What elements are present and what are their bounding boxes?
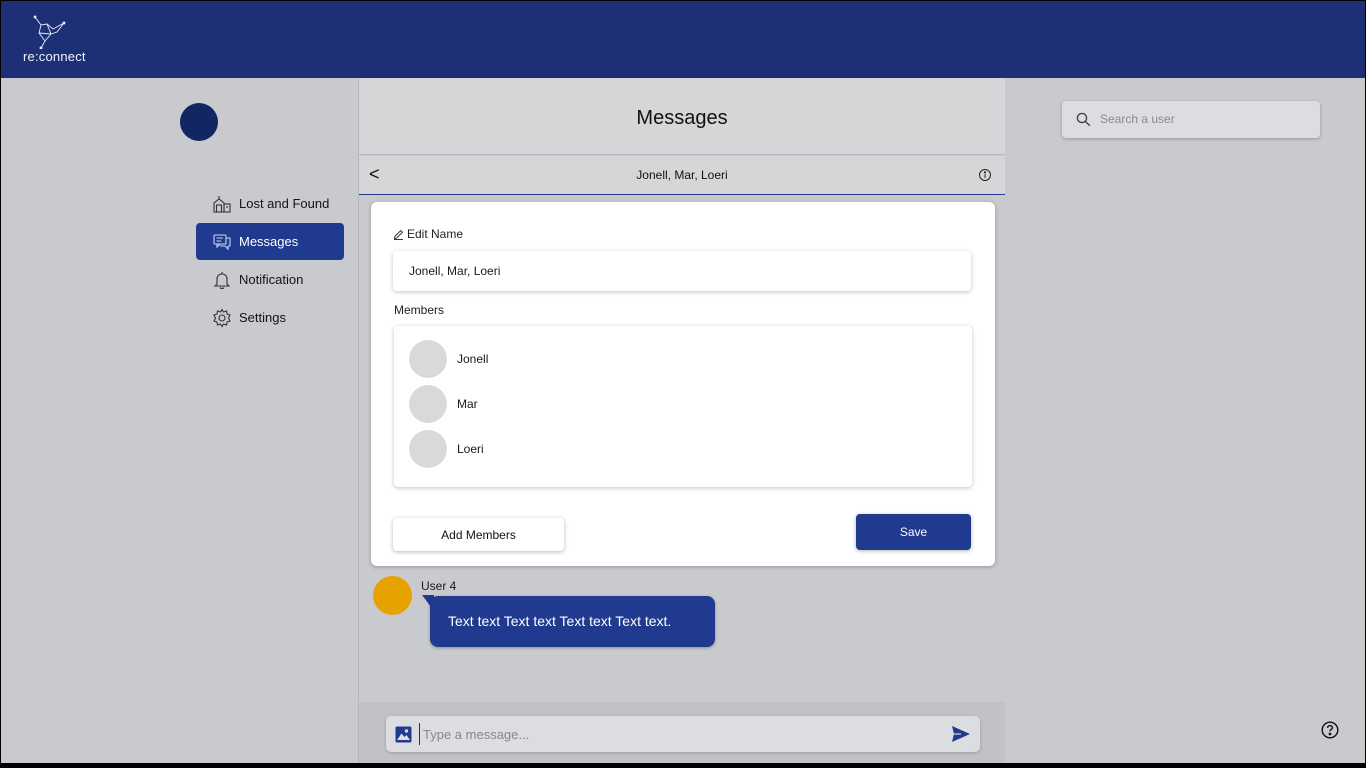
bell-icon (211, 269, 233, 291)
pencil-icon (393, 229, 404, 240)
messages-icon (211, 231, 233, 253)
chat-name: Jonell, Mar, Loeri (636, 168, 728, 182)
avatar (409, 385, 447, 423)
member-name: Jonell (457, 352, 489, 366)
logo[interactable]: re:connect (23, 15, 93, 65)
members-label: Members (394, 303, 445, 317)
gear-icon (211, 307, 233, 329)
image-icon[interactable] (395, 726, 412, 743)
chat-header-bar: < Jonell, Mar, Loeri (359, 156, 1005, 195)
info-icon[interactable] (978, 168, 992, 182)
message-sender: User 4 (421, 579, 457, 593)
list-item[interactable]: Mar (409, 385, 478, 423)
message-composer (386, 716, 980, 752)
chat-name-input[interactable] (393, 251, 971, 291)
messages-header: Messages (359, 78, 1005, 155)
lost-and-found-icon (211, 193, 233, 215)
search-input[interactable] (1100, 109, 1310, 129)
sidebar-item-label: Settings (239, 310, 286, 325)
top-bar: re:connect (1, 1, 1365, 78)
search-icon (1076, 112, 1091, 127)
edit-chat-panel: Edit Name Members Jonell Mar Loeri Add M… (371, 202, 995, 566)
list-item[interactable]: Jonell (409, 340, 488, 378)
send-icon[interactable] (951, 725, 971, 743)
member-name: Loeri (457, 442, 484, 456)
edit-name-label: Edit Name (393, 227, 463, 241)
help-icon[interactable] (1321, 721, 1339, 739)
list-item[interactable]: Loeri (409, 430, 484, 468)
left-pane: Lost and Found Messages Notification Set… (1, 78, 358, 763)
member-name: Mar (457, 397, 478, 411)
avatar[interactable] (373, 576, 412, 615)
profile-avatar[interactable] (180, 103, 218, 141)
messages-pane: Messages < Jonell, Mar, Loeri Edit Name … (359, 78, 1005, 763)
page-title: Messages (636, 107, 728, 129)
message-bubble: Text text Text text Text text Text text. (430, 596, 715, 647)
composer-area (359, 702, 1005, 763)
app-window: re:connect Lost and Found Messages Notif… (1, 1, 1365, 763)
avatar (409, 340, 447, 378)
sidebar-item-label: Notification (239, 272, 304, 287)
sidebar-item-notification[interactable]: Notification (196, 261, 344, 298)
logo-text: re:connect (23, 49, 86, 64)
members-list: Jonell Mar Loeri (394, 326, 972, 487)
edit-name-text: Edit Name (407, 227, 464, 241)
message-input[interactable] (419, 723, 939, 745)
sidebar-item-label: Messages (239, 234, 299, 249)
user-search (1062, 101, 1320, 138)
add-members-button[interactable]: Add Members (393, 518, 564, 551)
sidebar-item-label: Lost and Found (239, 196, 330, 211)
sidebar-item-settings[interactable]: Settings (196, 299, 344, 336)
save-button[interactable]: Save (856, 514, 971, 550)
avatar (409, 430, 447, 468)
sidebar-item-lost-and-found[interactable]: Lost and Found (196, 185, 344, 222)
sidebar-item-messages[interactable]: Messages (196, 223, 344, 260)
bird-logo-icon (33, 15, 66, 49)
sidebar-nav: Lost and Found Messages Notification Set… (196, 185, 344, 337)
